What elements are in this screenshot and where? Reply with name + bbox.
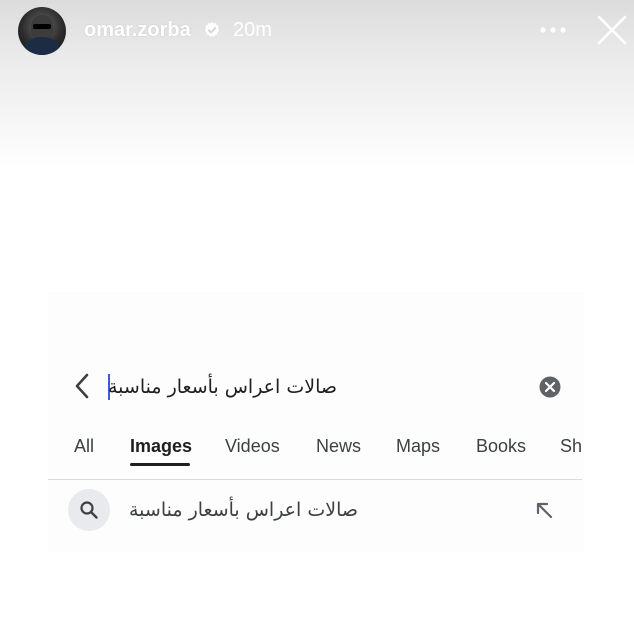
search-tabs: All Images Videos News Maps Books Sh [48, 432, 582, 468]
tab-all[interactable]: All [74, 436, 94, 457]
suggestion-search-badge [68, 489, 110, 531]
tab-videos[interactable]: Videos [225, 436, 280, 457]
tab-images[interactable]: Images [130, 436, 192, 457]
arrow-up-left-icon[interactable] [533, 499, 555, 521]
tabs-divider [48, 479, 582, 480]
tab-maps[interactable]: Maps [396, 436, 440, 457]
search-input[interactable]: صالات اعراس بأسعار مناسبة [108, 372, 337, 402]
verified-badge-icon [204, 22, 220, 37]
suggestion-text[interactable]: صالات اعراس بأسعار مناسبة [126, 496, 358, 524]
tab-books[interactable]: Books [476, 436, 526, 457]
chevron-left-icon[interactable] [70, 371, 94, 401]
close-icon[interactable] [596, 14, 628, 46]
search-icon [80, 501, 98, 519]
tab-shopping[interactable]: Sh [560, 436, 582, 457]
more-dots-icon[interactable] [539, 21, 567, 39]
active-tab-indicator [130, 463, 190, 466]
clear-circle-icon[interactable] [539, 376, 561, 398]
story-username[interactable]: omar.zorba [84, 19, 191, 42]
profile-avatar[interactable] [18, 7, 66, 55]
avatar-sunglasses [33, 24, 51, 29]
tab-news[interactable]: News [316, 436, 361, 457]
story-time-ago: 20m [233, 19, 272, 41]
